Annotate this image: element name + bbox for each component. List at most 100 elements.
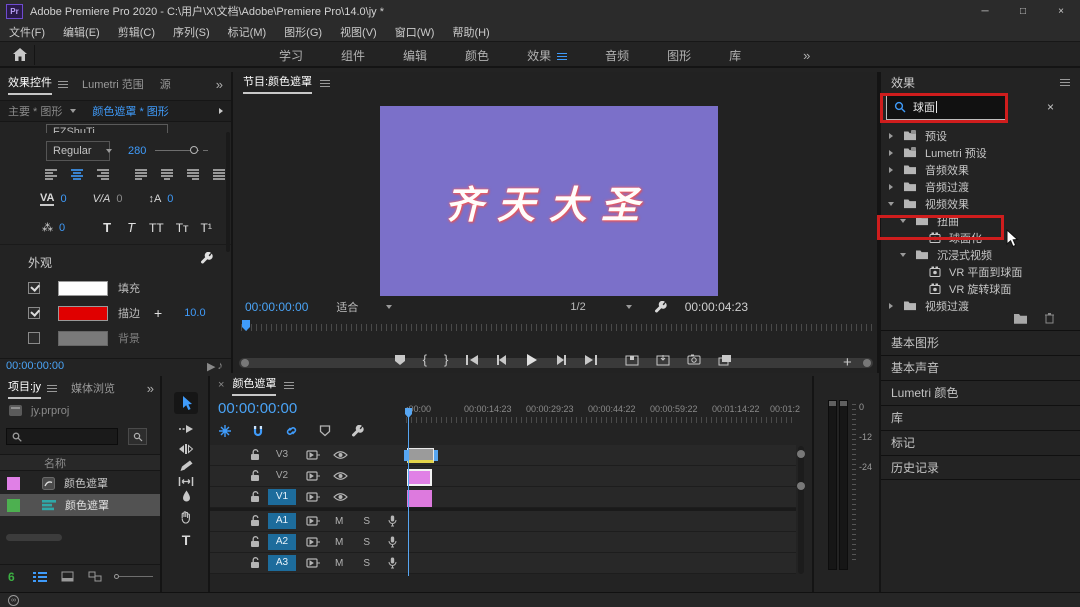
workspace-overflow[interactable]: » (784, 48, 829, 63)
chevron-right-icon[interactable] (889, 303, 893, 309)
add-stroke-icon[interactable]: + (154, 305, 162, 321)
pen-tool[interactable] (174, 486, 198, 508)
project-search-field[interactable] (6, 428, 118, 445)
fx-bin-immersive-video[interactable]: 沉浸式视频 (881, 246, 1080, 263)
horizontal-scrollbar[interactable] (6, 534, 62, 541)
zoom-slider[interactable] (119, 576, 153, 577)
justify-last-right-icon[interactable] (186, 168, 202, 180)
selection-tool[interactable] (174, 392, 198, 414)
panel-overflow[interactable]: » (216, 77, 223, 92)
source-patch-icon[interactable] (306, 450, 321, 460)
linked-selection-icon[interactable] (284, 425, 299, 437)
nest-sequence-icon[interactable] (218, 424, 232, 438)
vertical-scrollbar[interactable] (798, 446, 804, 574)
lock-icon[interactable] (250, 515, 260, 527)
timeline-timecode[interactable]: 00:00:00:00 (218, 400, 297, 417)
lock-icon[interactable] (250, 449, 260, 461)
selected-clip-label[interactable]: 颜色遮罩 * 图形 (92, 103, 168, 119)
chevron-down-icon[interactable] (70, 109, 76, 113)
track-label[interactable]: A2 (268, 534, 296, 550)
stroke-width-value[interactable]: 10.0 (184, 307, 205, 319)
toggle-track-output-icon[interactable] (333, 492, 348, 502)
tab-media-browser[interactable]: 媒体浏览 (71, 380, 115, 396)
tab-color[interactable]: 颜色 (446, 47, 508, 64)
appearance-wrench-icon[interactable] (200, 252, 213, 265)
voiceover-mic-icon[interactable] (388, 515, 397, 527)
resolution-dropdown[interactable]: 1/2 (570, 301, 585, 313)
lock-icon[interactable] (250, 536, 260, 548)
solo-button[interactable]: S (363, 516, 370, 527)
stroke-color-swatch[interactable] (58, 306, 108, 321)
fill-checkbox[interactable] (28, 282, 40, 294)
panel-menu-icon[interactable] (1060, 82, 1070, 83)
track-v2[interactable]: V2 (210, 466, 796, 487)
fx-bin-presets[interactable]: 预设 (881, 127, 1080, 144)
project-file-row[interactable]: jy.prproj (8, 404, 69, 417)
mute-button[interactable]: M (335, 558, 343, 569)
hand-tool[interactable] (174, 506, 198, 528)
tab-audio[interactable]: 音频 (586, 47, 648, 64)
timeline-settings-wrench-icon[interactable] (351, 425, 364, 438)
panel-libraries[interactable]: 库 (881, 405, 1080, 429)
tracking-value[interactable]: 0 (60, 193, 66, 205)
fx-item-vr-rotate-sphere[interactable]: VR 旋转球面 (881, 280, 1080, 297)
comparison-view-icon[interactable] (718, 354, 732, 366)
fx-bin-video-effects[interactable]: 视频效果 (881, 195, 1080, 212)
tab-lumetri-scopes[interactable]: Lumetri 范围 (82, 76, 144, 92)
button-editor-plus[interactable]: + (843, 354, 852, 371)
settings-wrench-icon[interactable] (654, 301, 667, 314)
chevron-right-icon[interactable] (889, 184, 893, 190)
label-color-swatch[interactable] (7, 499, 20, 512)
scrollbar-handle-right[interactable] (863, 359, 871, 367)
fit-dropdown[interactable]: 适合 (336, 299, 358, 315)
snap-magnet-icon[interactable] (252, 425, 264, 438)
maximize-button[interactable]: □ (1004, 0, 1042, 22)
tab-assembly[interactable]: 组件 (322, 47, 384, 64)
chevron-right-icon[interactable] (889, 167, 893, 173)
tab-graphics[interactable]: 图形 (648, 47, 710, 64)
faux-italic-button[interactable]: T (127, 220, 135, 235)
fx-bin-lumetri-presets[interactable]: Lumetri 预设 (881, 144, 1080, 161)
faux-bold-button[interactable]: T (103, 220, 111, 235)
clip-v3-graphic[interactable] (407, 448, 434, 463)
name-column-header[interactable]: 名称 (44, 455, 66, 471)
tab-editing[interactable]: 编辑 (384, 47, 446, 64)
small-caps-button[interactable]: Tт (176, 221, 189, 235)
program-playhead[interactable] (241, 320, 251, 334)
solo-button[interactable]: S (363, 558, 370, 569)
baseline-shift-value[interactable]: 0 (59, 222, 65, 234)
panel-markers[interactable]: 标记 (881, 430, 1080, 454)
source-patch-icon[interactable] (306, 492, 321, 502)
stroke-checkbox[interactable] (28, 307, 40, 319)
background-checkbox[interactable] (28, 332, 40, 344)
delete-bin-icon[interactable] (1044, 312, 1055, 324)
lift-icon[interactable] (625, 354, 639, 366)
track-select-forward-tool[interactable] (174, 418, 198, 440)
tab-learning[interactable]: 学习 (260, 47, 322, 64)
clip-v2-color-matte[interactable] (407, 469, 432, 486)
close-timeline-tab-icon[interactable]: × (218, 379, 224, 391)
fx-bin-audio-effects[interactable]: 音频效果 (881, 161, 1080, 178)
panel-essential-graphics[interactable]: 基本图形 (881, 330, 1080, 354)
fx-bin-audio-transitions[interactable]: 音频过渡 (881, 178, 1080, 195)
superscript-button[interactable]: T¹ (201, 221, 212, 235)
track-a2[interactable]: A2 M S (210, 532, 796, 553)
export-frame-icon[interactable] (687, 354, 701, 365)
type-tool[interactable]: T (174, 529, 198, 551)
step-forward-icon[interactable] (555, 354, 567, 366)
mute-button[interactable]: M (335, 516, 343, 527)
menu-file[interactable]: 文件(F) (0, 24, 54, 40)
creative-cloud-icon[interactable]: ∞ (8, 595, 19, 606)
justify-last-left-icon[interactable] (134, 168, 150, 180)
panel-history[interactable]: 历史记录 (881, 455, 1080, 479)
all-caps-button[interactable]: TT (149, 221, 164, 235)
background-color-swatch[interactable] (58, 331, 108, 346)
add-marker-icon[interactable] (394, 354, 406, 366)
track-label[interactable]: V1 (268, 489, 296, 505)
extract-icon[interactable] (656, 354, 670, 366)
ruler-ticks[interactable] (406, 417, 796, 423)
tab-sequence[interactable]: 颜色遮罩 (232, 375, 276, 396)
align-right-icon[interactable] (96, 168, 112, 180)
scrollbar-handle-bottom[interactable] (797, 482, 805, 490)
voiceover-mic-icon[interactable] (388, 536, 397, 548)
